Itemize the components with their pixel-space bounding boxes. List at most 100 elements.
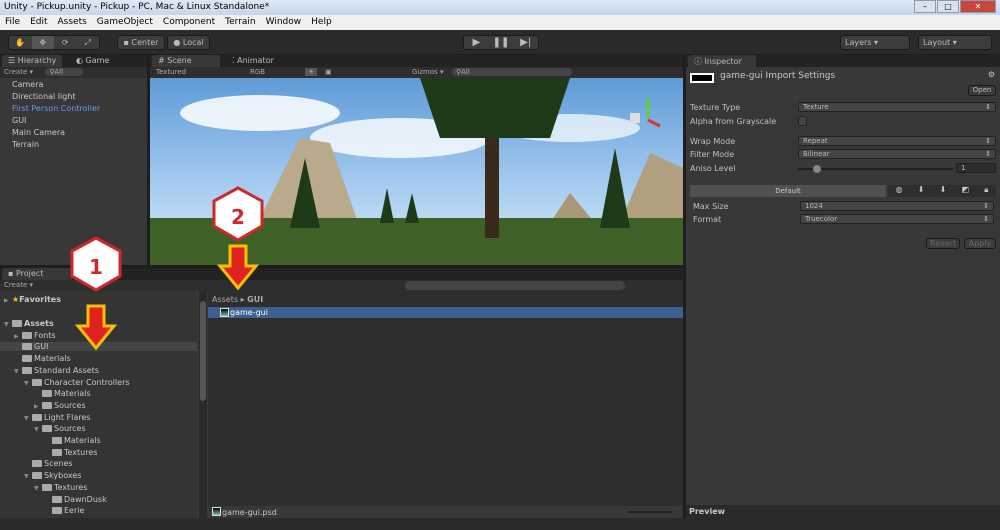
- alpha-checkbox[interactable]: [798, 116, 807, 126]
- menu-assets[interactable]: Assets: [58, 17, 87, 28]
- asset-row-game-gui[interactable]: game-gui: [208, 307, 683, 318]
- menu-window[interactable]: Window: [266, 17, 302, 28]
- tab-animator[interactable]: ⁚ Animator: [226, 55, 280, 67]
- folder-tree-item[interactable]: Textures: [44, 448, 97, 457]
- project-search-input[interactable]: [405, 281, 625, 290]
- max-size-value: 1024: [805, 202, 823, 210]
- folder-tree-item[interactable]: ▶ Fonts: [14, 331, 56, 340]
- layers-dropdown[interactable]: Layers ▾: [840, 35, 910, 50]
- apply-button[interactable]: Apply: [964, 238, 996, 249]
- texture-type-dropdown[interactable]: Texture ⇕: [798, 102, 996, 112]
- pause-icon[interactable]: ❚❚: [489, 36, 514, 49]
- expand-toggle-icon[interactable]: ▼: [4, 321, 12, 328]
- tab-inspector[interactable]: ⓘ Inspector: [688, 55, 756, 67]
- lighting-toggle-icon[interactable]: ☀: [305, 68, 318, 76]
- folder-tree-item[interactable]: Materials: [44, 436, 101, 445]
- android-platform-icon[interactable]: ⬇: [940, 185, 947, 197]
- hierarchy-search-input[interactable]: ⚲All: [45, 68, 84, 76]
- folder-tree-item[interactable]: Materials: [34, 389, 91, 398]
- hierarchy-item[interactable]: Directional light: [12, 92, 76, 101]
- project-create-button[interactable]: Create ▾: [4, 281, 33, 289]
- format-dropdown[interactable]: Truecolor ⇕: [800, 214, 994, 224]
- aniso-slider-thumb[interactable]: [813, 165, 821, 173]
- folder-tree-item[interactable]: ▼ Character Controllers: [24, 378, 130, 387]
- breadcrumb-assets[interactable]: Assets: [212, 295, 238, 304]
- maximize-button[interactable]: □: [937, 0, 959, 13]
- revert-button[interactable]: Revert: [926, 238, 960, 249]
- wrap-mode-dropdown[interactable]: Repeat ⇕: [798, 136, 996, 146]
- folder-tree-item[interactable]: ▼ Textures: [34, 483, 87, 492]
- expand-toggle-icon[interactable]: ▶: [34, 403, 42, 410]
- locked-platform-icon[interactable]: 🔒︎: [984, 185, 988, 197]
- folder-tree-item[interactable]: ▼ Standard Assets: [14, 366, 99, 375]
- annotation-2-label: 2: [231, 205, 245, 229]
- open-button[interactable]: Open: [968, 85, 996, 96]
- annotation-1-label: 1: [89, 255, 103, 279]
- menu-terrain[interactable]: Terrain: [225, 17, 255, 28]
- folder-tree-item[interactable]: DawnDusk: [44, 495, 107, 504]
- expand-toggle-icon[interactable]: ▼: [34, 426, 42, 433]
- folder-label: Materials: [34, 354, 71, 364]
- hierarchy-create-button[interactable]: Create ▾: [4, 68, 33, 76]
- hierarchy-item[interactable]: Terrain: [12, 140, 39, 149]
- expand-toggle-icon[interactable]: ▼: [34, 485, 42, 492]
- menu-bar: File Edit Assets GameObject Component Te…: [0, 15, 1000, 30]
- menu-help[interactable]: Help: [311, 17, 332, 28]
- hierarchy-item[interactable]: First Person Controller: [12, 104, 100, 113]
- rotate-tool-icon[interactable]: ⟳: [54, 36, 77, 49]
- step-icon[interactable]: ▶|: [513, 36, 538, 49]
- scale-tool-icon[interactable]: ⤢: [77, 36, 100, 49]
- expand-toggle-icon[interactable]: ▼: [24, 415, 32, 422]
- folder-tree-item[interactable]: ▼ Light Flares: [24, 413, 90, 422]
- tab-scene[interactable]: # Scene: [152, 55, 220, 67]
- tree-scrollbar[interactable]: [199, 291, 207, 518]
- close-button[interactable]: ✕: [960, 0, 996, 13]
- hierarchy-item[interactable]: Camera: [12, 80, 43, 89]
- skybox-toggle-icon[interactable]: ▣: [325, 68, 332, 76]
- minimize-button[interactable]: –: [914, 0, 936, 13]
- shading-dropdown[interactable]: Textured: [156, 68, 186, 76]
- play-icon[interactable]: ▶: [464, 36, 489, 49]
- favorites-item[interactable]: ▶ ★Favorites: [4, 295, 61, 304]
- scene-search-input[interactable]: ⚲All: [452, 68, 572, 76]
- menu-gameobject[interactable]: GameObject: [97, 17, 153, 28]
- web-platform-icon[interactable]: ◍: [896, 185, 903, 197]
- menu-edit[interactable]: Edit: [30, 17, 47, 28]
- tab-hierarchy[interactable]: ☰ Hierarchy: [2, 55, 63, 67]
- layout-dropdown[interactable]: Layout ▾: [918, 35, 992, 50]
- folder-tree-item[interactable]: ▼ Skyboxes: [24, 471, 81, 480]
- folder-tree-item[interactable]: ▶ Sources: [34, 401, 86, 410]
- tab-default-platform[interactable]: Default: [690, 185, 886, 197]
- channel-dropdown[interactable]: RGB: [250, 68, 265, 76]
- folder-tree-item[interactable]: Scenes: [24, 459, 73, 468]
- folder-icon: [22, 343, 32, 351]
- aniso-level-input[interactable]: 1: [956, 163, 996, 173]
- breadcrumb-gui[interactable]: GUI: [247, 295, 263, 304]
- move-tool-icon[interactable]: ✥: [31, 36, 54, 49]
- flash-platform-icon[interactable]: ◩: [961, 185, 969, 197]
- pivot-center-button[interactable]: ▪ Center: [117, 35, 165, 50]
- max-size-dropdown[interactable]: 1024 ⇕: [800, 201, 994, 211]
- menu-file[interactable]: File: [5, 17, 20, 28]
- filter-mode-dropdown[interactable]: Bilinear ⇕: [798, 149, 996, 159]
- icon-size-slider[interactable]: [628, 511, 673, 513]
- hierarchy-item[interactable]: Main Camera: [12, 128, 65, 137]
- folder-tree-item[interactable]: Eerie: [44, 506, 84, 515]
- gizmos-dropdown[interactable]: Gizmos ▾: [412, 68, 444, 76]
- expand-toggle-icon[interactable]: ▼: [24, 473, 32, 480]
- folder-tree-item[interactable]: Materials: [14, 354, 71, 363]
- tab-project[interactable]: ▪ Project: [2, 268, 72, 280]
- menu-component[interactable]: Component: [163, 17, 215, 28]
- settings-gear-icon[interactable]: ⚙: [988, 70, 995, 79]
- expand-toggle-icon[interactable]: ▼: [24, 380, 32, 387]
- hierarchy-item[interactable]: GUI: [12, 116, 26, 125]
- hand-tool-icon[interactable]: ✋: [9, 36, 32, 49]
- aniso-slider[interactable]: [798, 165, 953, 173]
- folder-tree-item[interactable]: ▼ Assets: [4, 319, 54, 328]
- pivot-local-button[interactable]: ● Local: [167, 35, 210, 50]
- tab-game[interactable]: ◐ Game: [70, 55, 115, 67]
- standalone-platform-icon[interactable]: ⬇: [918, 185, 925, 197]
- expand-toggle-icon[interactable]: ▼: [14, 368, 22, 375]
- expand-toggle-icon[interactable]: ▶: [14, 333, 22, 340]
- folder-tree-item[interactable]: ▼ Sources: [34, 424, 86, 433]
